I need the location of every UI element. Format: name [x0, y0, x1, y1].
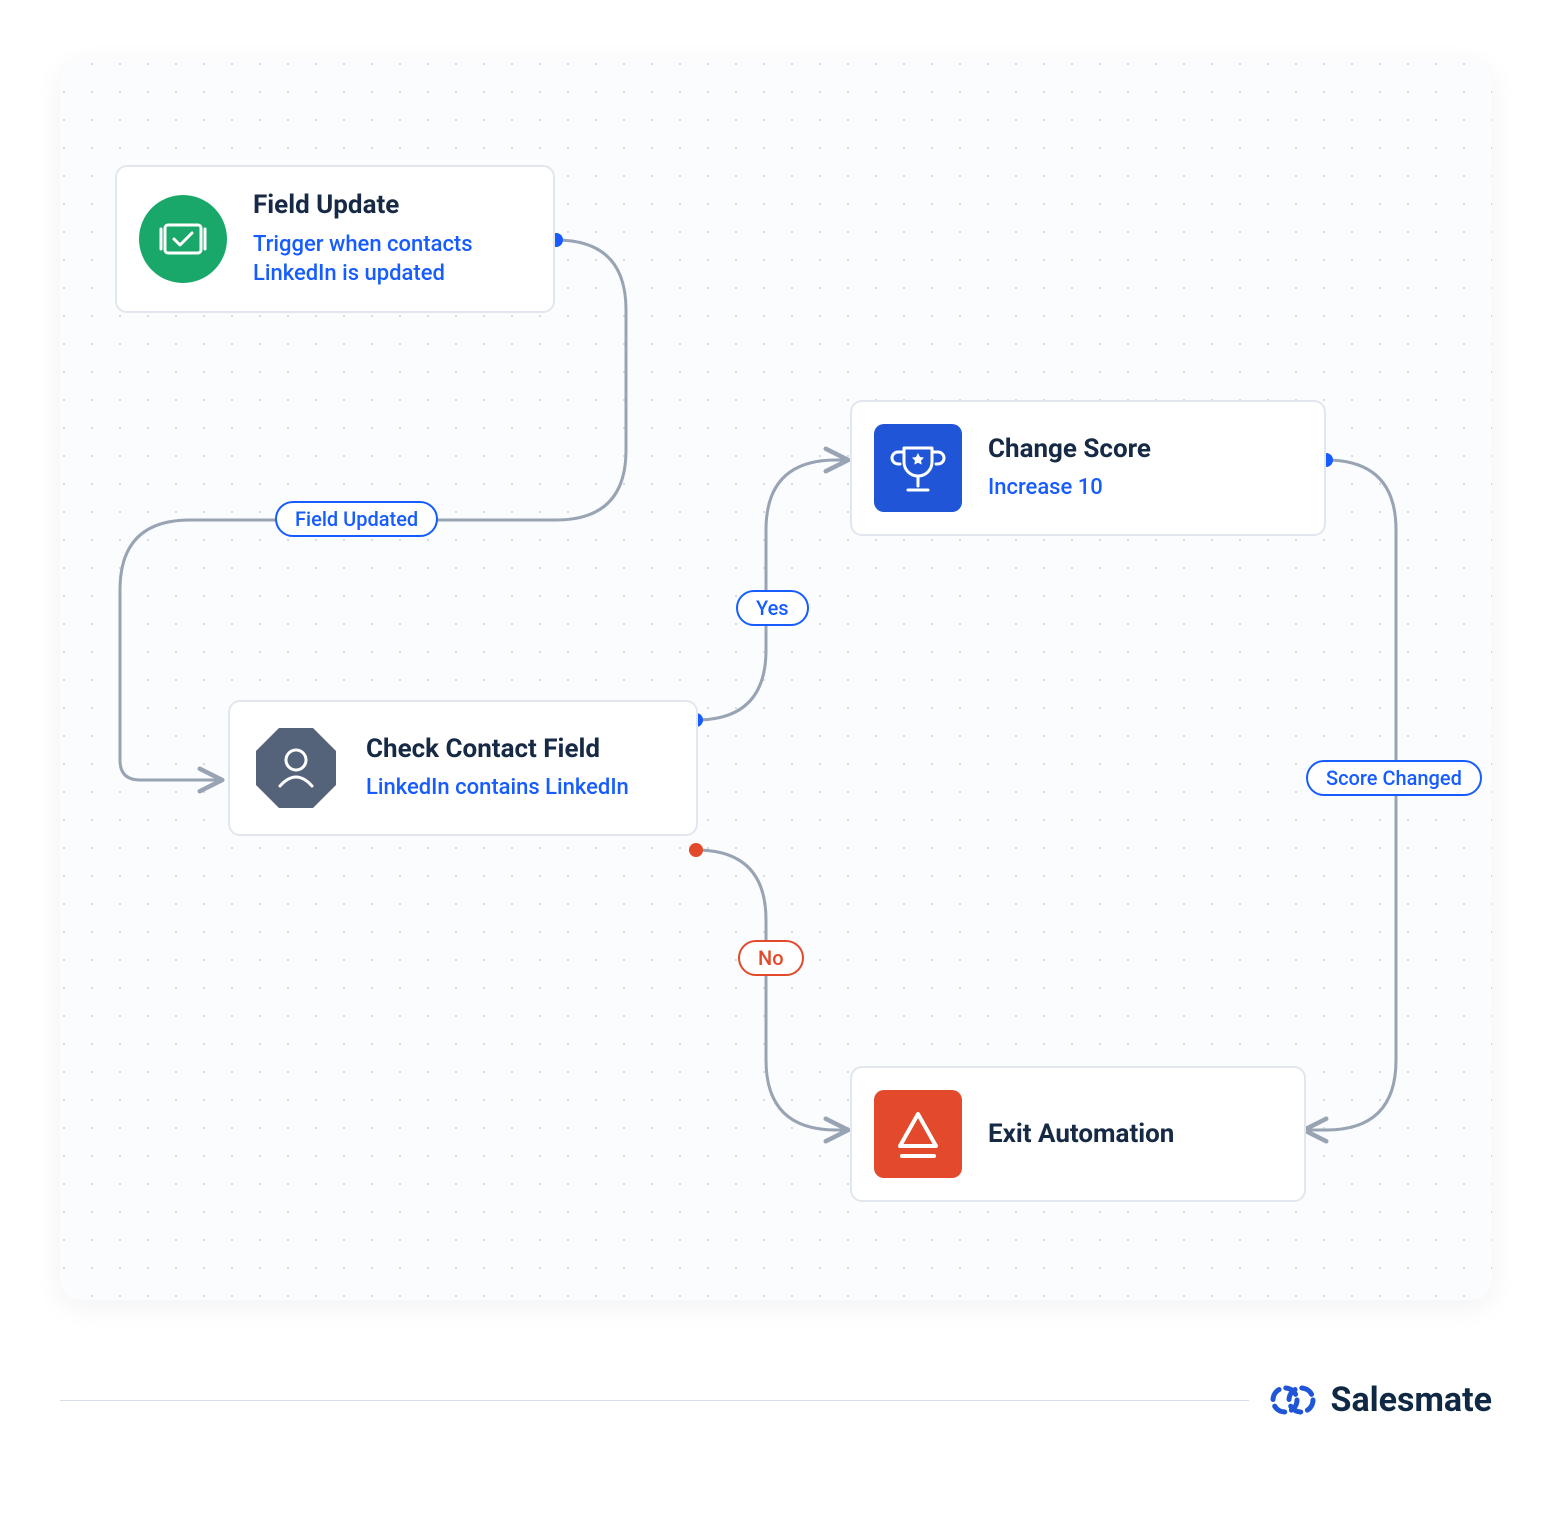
- node-title: Check Contact Field: [366, 733, 629, 766]
- node-title: Exit Automation: [988, 1118, 1174, 1151]
- node-desc: Trigger when contacts LinkedIn is update…: [253, 230, 523, 289]
- node-body: Change Score Increase 10: [988, 433, 1151, 503]
- connector-dot: [689, 843, 703, 857]
- edge-label-yes: Yes: [736, 590, 809, 626]
- footer: Salesmate: [60, 1380, 1492, 1420]
- node-change-score[interactable]: Change Score Increase 10: [850, 400, 1326, 536]
- check-contact-icon: [252, 724, 340, 812]
- node-title: Change Score: [988, 433, 1151, 466]
- automation-canvas: Field Update Trigger when contacts Linke…: [60, 60, 1492, 1300]
- node-field-update[interactable]: Field Update Trigger when contacts Linke…: [115, 165, 555, 313]
- footer-rule: [60, 1400, 1249, 1401]
- salesmate-mark-icon: [1269, 1380, 1317, 1420]
- node-body: Field Update Trigger when contacts Linke…: [253, 189, 523, 289]
- edge-label-no: No: [738, 940, 804, 976]
- field-update-icon: [139, 195, 227, 283]
- exit-automation-icon: [874, 1090, 962, 1178]
- node-check-contact-field[interactable]: Check Contact Field LinkedIn contains Li…: [228, 700, 698, 836]
- brand-name: Salesmate: [1331, 1380, 1492, 1420]
- node-body: Exit Automation: [988, 1118, 1174, 1151]
- change-score-icon: [874, 424, 962, 512]
- node-desc: LinkedIn contains LinkedIn: [366, 773, 629, 803]
- node-body: Check Contact Field LinkedIn contains Li…: [366, 733, 629, 803]
- brand-logo: Salesmate: [1269, 1380, 1492, 1420]
- node-desc: Increase 10: [988, 473, 1151, 503]
- edge-label-field-updated: Field Updated: [275, 501, 438, 537]
- node-title: Field Update: [253, 189, 523, 222]
- edge-label-score-changed: Score Changed: [1306, 760, 1482, 796]
- node-exit-automation[interactable]: Exit Automation: [850, 1066, 1306, 1202]
